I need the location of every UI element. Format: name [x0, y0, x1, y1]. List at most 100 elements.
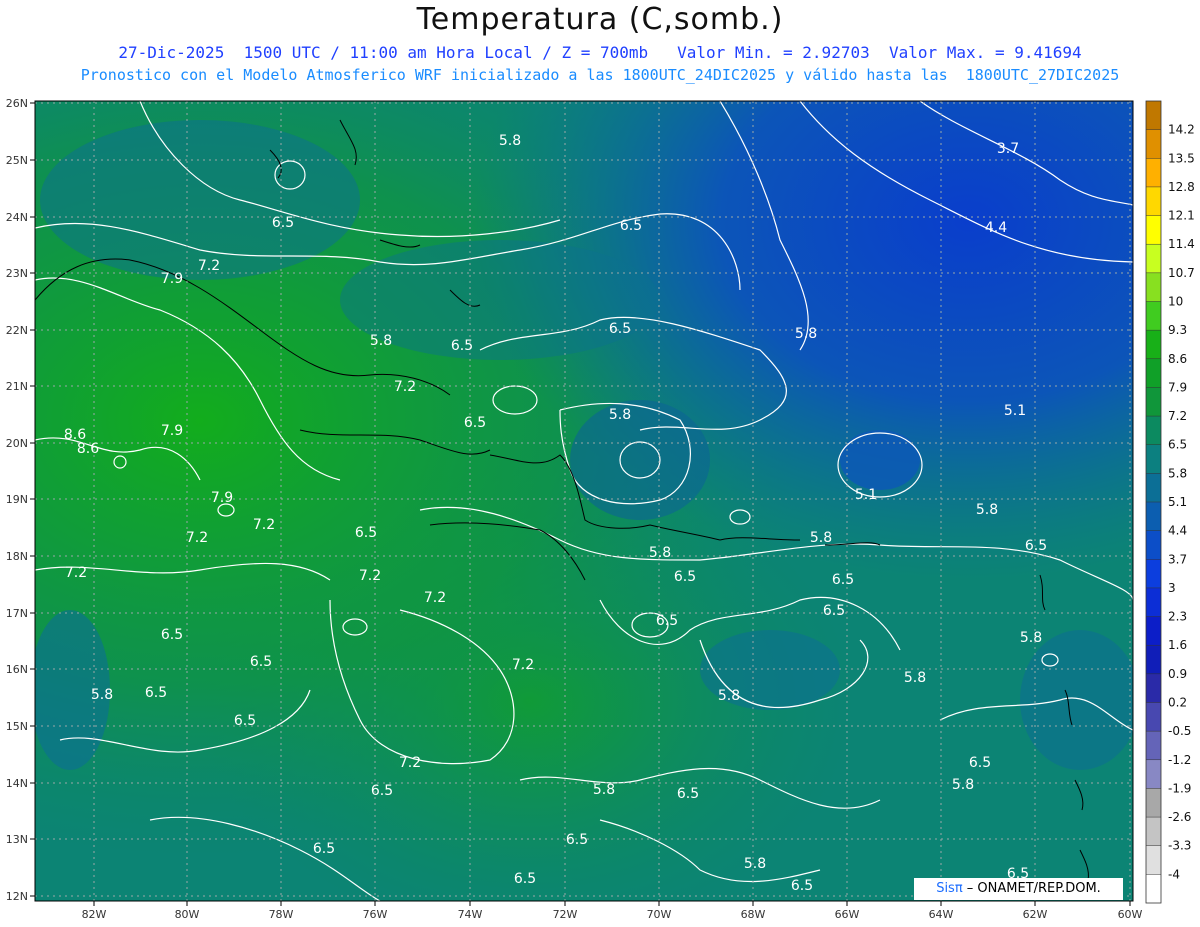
colorbar-swatch [1146, 358, 1161, 388]
contour-label: 6.5 [371, 783, 393, 799]
contour-label: 5.1 [1004, 403, 1026, 419]
contour-label: 6.5 [464, 415, 486, 431]
lat-label: 25N [6, 154, 28, 167]
contour-label: 4.4 [985, 220, 1007, 236]
contour-label: 7.2 [198, 258, 220, 274]
colorbar-swatch [1146, 129, 1161, 159]
contour-label: 5.1 [855, 487, 877, 503]
colorbar-swatch [1146, 559, 1161, 589]
lat-label: 20N [6, 437, 28, 450]
lat-label: 19N [6, 493, 28, 506]
colorbar-swatch [1146, 616, 1161, 646]
colorbar-label: -3.3 [1168, 839, 1191, 853]
lat-label: 14N [6, 777, 28, 790]
contour-label: 6.5 [823, 603, 845, 619]
colorbar-label: 6.5 [1168, 438, 1187, 452]
contour-label: 6.5 [620, 218, 642, 234]
contour-label: 6.5 [313, 841, 335, 857]
colorbar-swatch [1146, 845, 1161, 875]
colorbar-swatch [1146, 874, 1161, 904]
contour-label: 7.9 [211, 490, 233, 506]
lat-label: 23N [6, 267, 28, 280]
colorbar-swatch [1146, 530, 1161, 560]
colorbar-swatch [1146, 101, 1161, 131]
colorbar-swatch [1146, 673, 1161, 703]
colorbar-label: 7.9 [1168, 380, 1187, 394]
colorbar-swatch [1146, 759, 1161, 789]
colorbar-swatch [1146, 788, 1161, 818]
colorbar-label: 8.6 [1168, 352, 1187, 366]
colorbar: 14.2 13.5 12.8 12.1 11.4 10.7 10 9.3 8.6 7.9 7.2 6.… [1145, 100, 1195, 904]
colorbar-label: 7.2 [1168, 409, 1187, 423]
contour-label: 6.5 [969, 755, 991, 771]
colorbar-swatch [1146, 387, 1161, 417]
colorbar-label: -2.6 [1168, 810, 1191, 824]
latitude-axis: 26N 25N 24N 23N 22N 21N 20N 19N 18N 17N 16N 15N 14N 1… [6, 97, 35, 903]
lat-label: 21N [6, 380, 28, 393]
lon-label: 62W [1023, 908, 1048, 921]
colorbar-label: 3.7 [1168, 552, 1187, 566]
colorbar-swatch [1146, 731, 1161, 761]
lon-label: 68W [741, 908, 766, 921]
colorbar-label: 1.6 [1168, 638, 1187, 652]
colorbar-swatch [1146, 272, 1161, 302]
contour-label: 3.7 [997, 141, 1019, 157]
colorbar-swatch [1146, 330, 1161, 360]
contour-label: 7.9 [161, 423, 183, 439]
colorbar-label: 4.4 [1168, 524, 1187, 538]
lat-label: 17N [6, 607, 28, 620]
colorbar-label: 5.8 [1168, 466, 1187, 480]
colorbar-swatch [1146, 158, 1161, 188]
colorbar-label: 12.1 [1168, 209, 1195, 223]
colorbar-label: 3 [1168, 581, 1176, 595]
lon-label: 66W [835, 908, 860, 921]
credit-org: – ONAMET/REP.DOM. [962, 881, 1101, 896]
contour-label: 5.8 [649, 545, 671, 561]
contour-label: 7.2 [359, 568, 381, 584]
credit-box: Sisπ – ONAMET/REP.DOM. [914, 878, 1123, 900]
colorbar-swatch [1146, 502, 1161, 532]
contour-label: 6.5 [514, 871, 536, 887]
lon-label: 60W [1118, 908, 1143, 921]
lon-label: 72W [553, 908, 578, 921]
lon-label: 70W [647, 908, 672, 921]
colorbar-swatch [1146, 301, 1161, 331]
lat-label: 22N [6, 324, 28, 337]
colorbar-label: 0.9 [1168, 667, 1187, 681]
contour-label: 5.8 [1020, 630, 1042, 646]
lat-label: 26N [6, 97, 28, 110]
contour-label: 6.5 [656, 613, 678, 629]
colorbar-swatch [1146, 215, 1161, 245]
colorbar-label: 9.3 [1168, 323, 1187, 337]
contour-label: 6.5 [677, 786, 699, 802]
contour-label: 6.5 [566, 832, 588, 848]
contour-label: 6.5 [161, 627, 183, 643]
colorbar-label: 13.5 [1168, 151, 1195, 165]
colorbar-swatch [1146, 817, 1161, 847]
contour-label: 6.5 [355, 525, 377, 541]
colorbar-label: 0.2 [1168, 696, 1187, 710]
contour-label: 7.2 [424, 590, 446, 606]
contour-label: 5.8 [718, 688, 740, 704]
colorbar-label: -4 [1168, 867, 1180, 881]
longitude-axis: 82W 80W 78W 76W 74W 72W 70W 68W 66W 64W 62W 60W [82, 901, 1143, 921]
colorbar-label: -0.5 [1168, 724, 1191, 738]
contour-label: 7.2 [399, 755, 421, 771]
colorbar-swatch [1146, 244, 1161, 274]
colorbar-label: 14.2 [1168, 123, 1195, 137]
colorbar-label: 10 [1168, 295, 1183, 309]
lon-label: 64W [929, 908, 954, 921]
lat-label: 16N [6, 663, 28, 676]
colorbar-label: 2.3 [1168, 610, 1187, 624]
lon-label: 78W [269, 908, 294, 921]
shaded-field: 5.8 3.7 4.4 6.5 6.5 7.9 7.2 5.8 6.5 6.5 5.8 7.2 5.1 6… [35, 101, 1133, 901]
contour-label: 6.5 [609, 321, 631, 337]
contour-label: 6.5 [272, 215, 294, 231]
colorbar-swatch [1146, 416, 1161, 446]
contour-label: 7.2 [512, 657, 534, 673]
lat-label: 15N [6, 720, 28, 733]
contour-label: 5.8 [91, 687, 113, 703]
colorbar-swatch [1146, 702, 1161, 732]
lon-label: 74W [458, 908, 483, 921]
contour-label: 6.5 [791, 878, 813, 894]
